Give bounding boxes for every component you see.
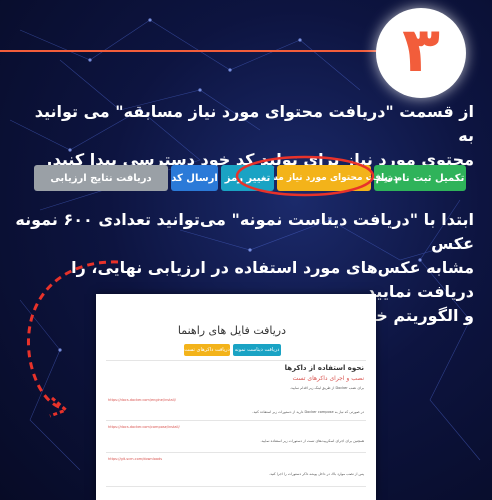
screenshot-text-3: همچنین برای اجرای اسکریپت‌های تست از دست… bbox=[260, 439, 364, 443]
header-divider bbox=[0, 50, 420, 52]
screenshot-heading: نحوه استفاده از داکرها bbox=[284, 364, 364, 372]
screenshot-text-2: در صورتی که نیاز به Docker compose دارید… bbox=[252, 410, 364, 414]
get-evaluation-results-button[interactable]: دریافت نتایج ارزیابی bbox=[34, 165, 168, 191]
screenshot-title: دریافت فایل های راهنما bbox=[177, 324, 286, 337]
screenshot-link-3[interactable]: https://git-scm.com/downloads bbox=[108, 457, 162, 461]
step-number: ۳ bbox=[402, 13, 440, 86]
screenshot-text-4: پس از نصب موارد بالا، در داخل پوشه داکر … bbox=[268, 472, 364, 476]
screenshot-subheading: نصب و اجرای داکرهای تست bbox=[292, 375, 364, 382]
content-page-screenshot: دریافت فایل های راهنما دریافت دیتاست نمو… bbox=[96, 294, 376, 500]
screenshot-divider bbox=[106, 486, 366, 487]
get-sample-dataset-button[interactable]: دریافت دیتاست نمونه bbox=[233, 344, 281, 356]
intro-line-1: از قسمت "دریافت محتوای مورد نیاز مسابقه"… bbox=[34, 102, 474, 145]
screenshot-text-1: برای نصب Docker از طریق لینک زیر اقدام ن… bbox=[289, 386, 364, 390]
screenshot-link-1[interactable]: https://docs.docker.com/engine/install/ bbox=[108, 398, 176, 402]
step-number-badge: ۳ bbox=[376, 8, 466, 98]
submit-code-button[interactable]: ارسال کد bbox=[171, 165, 218, 191]
get-test-dockers-button[interactable]: دریافت داکرهای تست bbox=[184, 344, 230, 356]
screenshot-divider bbox=[106, 452, 366, 453]
screenshot-divider bbox=[106, 420, 366, 421]
screenshot-link-2[interactable]: https://docs.docker.com/compose/install/ bbox=[108, 425, 180, 429]
screenshot-divider bbox=[106, 360, 366, 361]
highlight-ellipse bbox=[235, 155, 375, 197]
